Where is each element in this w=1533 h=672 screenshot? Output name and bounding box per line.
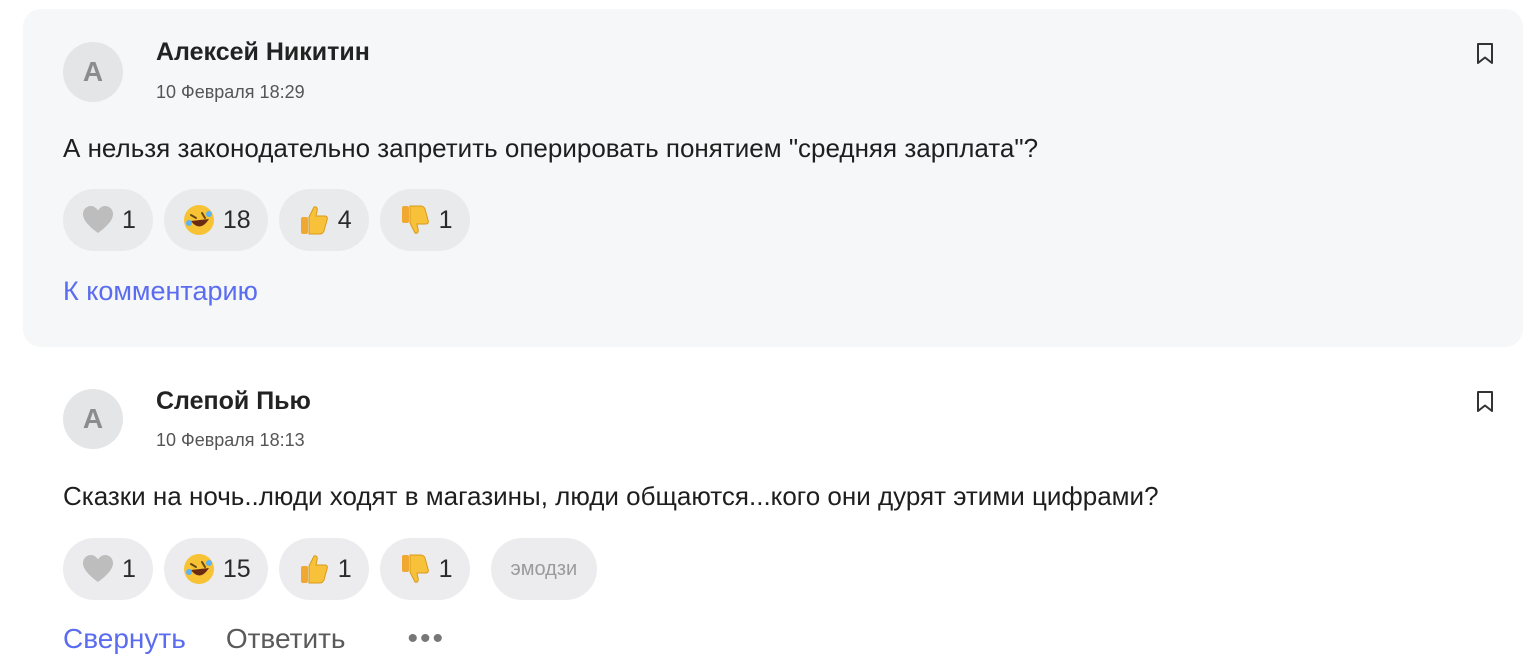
go-to-comment-link[interactable]: К комментарию <box>63 276 258 307</box>
rofl-face-icon <box>181 202 217 238</box>
rofl-face-icon <box>181 551 217 587</box>
heart-icon <box>80 551 116 587</box>
reaction-rofl[interactable]: 15 <box>163 538 268 600</box>
reaction-rofl[interactable]: 18 <box>163 189 268 251</box>
reaction-count: 1 <box>122 205 136 234</box>
reaction-heart[interactable]: 1 <box>63 189 153 251</box>
thumbs-up-icon <box>296 202 332 238</box>
reaction-count: 1 <box>438 554 453 583</box>
reaction-thumbs-up[interactable]: 1 <box>278 538 369 600</box>
reaction-thumbs-up[interactable]: 4 <box>278 189 369 251</box>
author-name[interactable]: Алексей Никитин <box>156 38 370 67</box>
comment-date: 10 Февраля 18:29 <box>156 82 305 102</box>
reaction-count: 15 <box>222 554 251 583</box>
reaction-thumbs-down[interactable]: 1 <box>379 538 470 600</box>
comment-text: А нельзя законодательно запретить оперир… <box>63 133 1039 163</box>
reactions-bar: 1 18 4 1 <box>63 189 470 251</box>
reaction-count: 18 <box>222 205 251 234</box>
bookmark-icon[interactable] <box>1475 390 1495 414</box>
avatar[interactable]: А <box>63 42 123 102</box>
reaction-count: 4 <box>337 205 352 234</box>
reply-button[interactable]: Ответить <box>226 623 346 655</box>
thumbs-down-icon <box>397 551 433 587</box>
bookmark-icon[interactable] <box>1475 42 1495 66</box>
collapse-link[interactable]: Свернуть <box>63 623 186 655</box>
avatar[interactable]: А <box>63 389 123 449</box>
thumbs-up-icon <box>296 551 332 587</box>
reactions-bar: 1 15 1 1 эмодзи <box>63 538 598 600</box>
comment-card-highlighted: А Алексей Никитин 10 Февраля 18:29 А нел… <box>23 9 1523 347</box>
comment-actions: Свернуть Ответить ••• <box>63 622 445 656</box>
reaction-thumbs-down[interactable]: 1 <box>379 189 470 251</box>
more-options-icon[interactable]: ••• <box>408 622 446 656</box>
comment-text: Сказки на ночь..люди ходят в магазины, л… <box>63 481 1159 511</box>
comment-date: 10 Февраля 18:13 <box>156 430 305 450</box>
heart-icon <box>80 202 116 238</box>
add-emoji-button[interactable]: эмодзи <box>490 538 598 600</box>
reaction-count: 1 <box>337 554 352 583</box>
author-name[interactable]: Слепой Пью <box>156 387 311 416</box>
reaction-count: 1 <box>438 205 453 234</box>
reaction-count: 1 <box>122 554 136 583</box>
thumbs-down-icon <box>397 202 433 238</box>
comment-card: А Слепой Пью 10 Февраля 18:13 Сказки на … <box>23 357 1523 672</box>
reaction-heart[interactable]: 1 <box>63 538 153 600</box>
